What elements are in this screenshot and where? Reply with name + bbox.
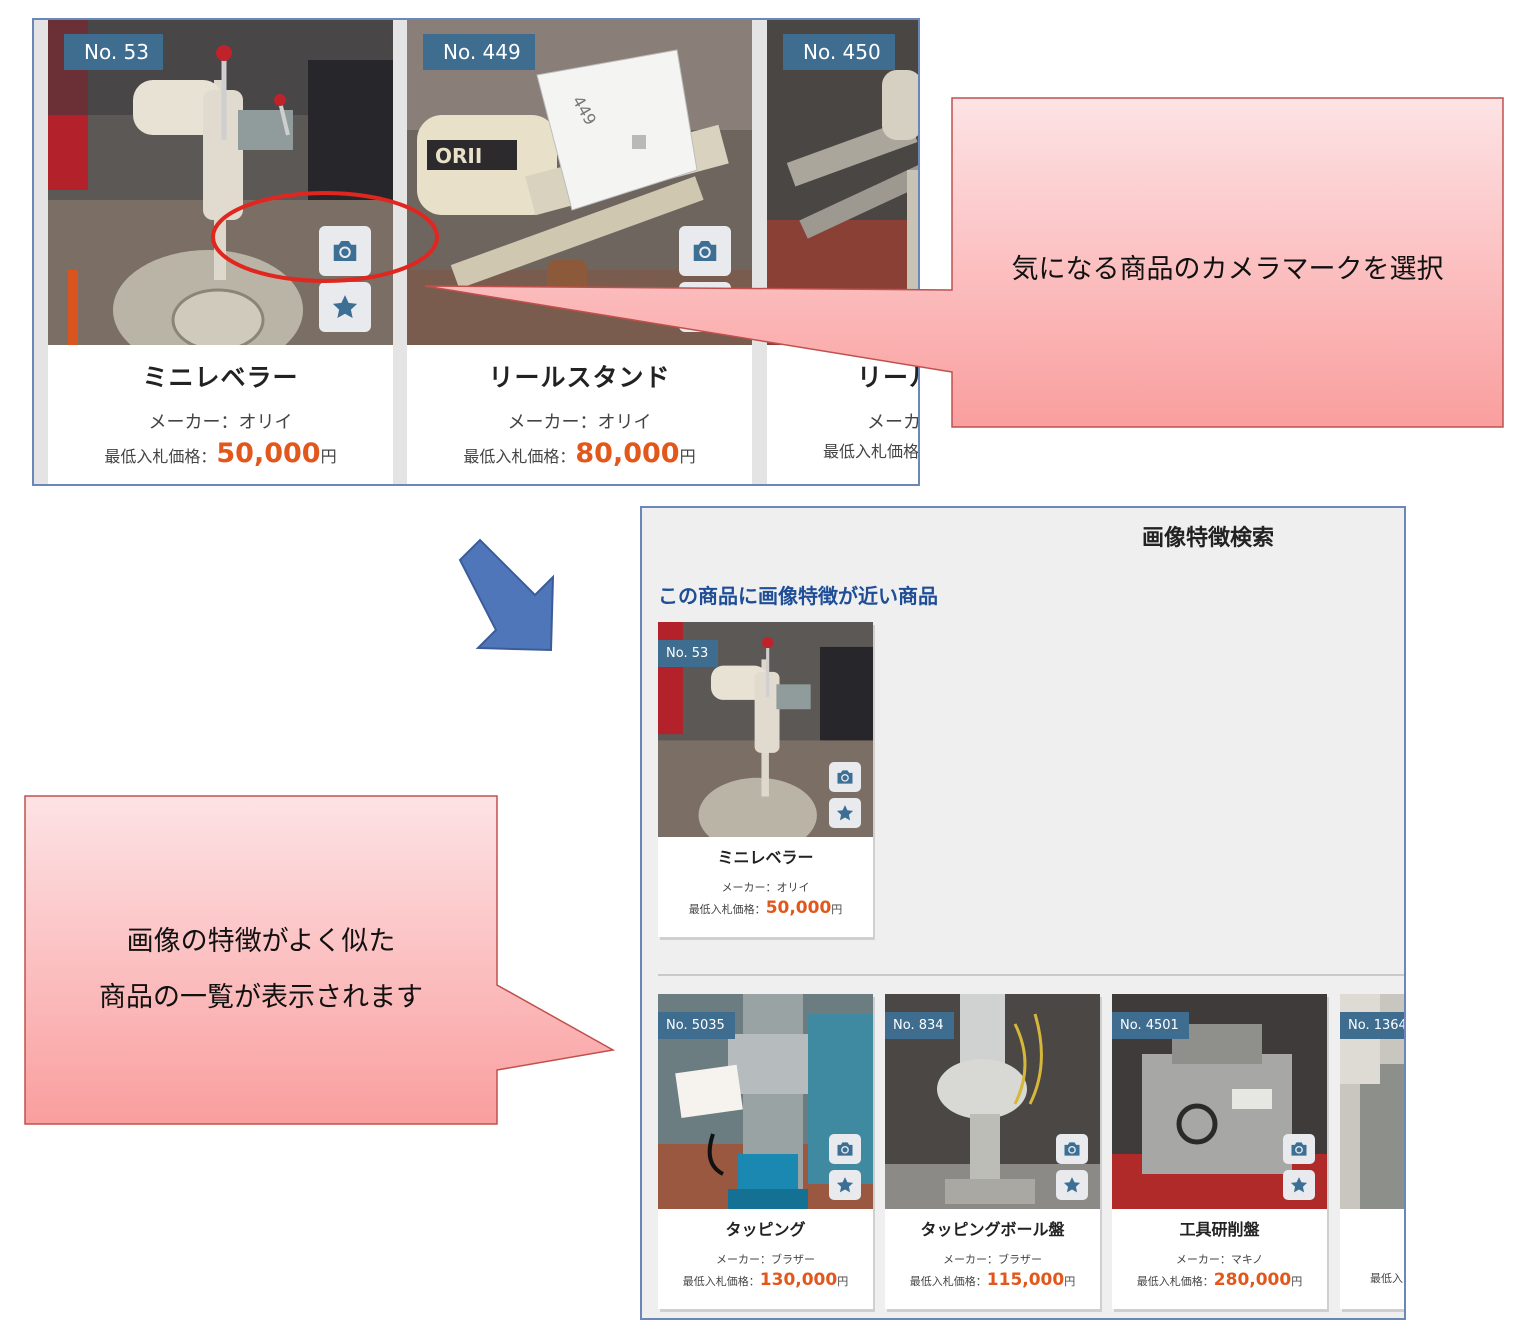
product-name[interactable]: 工具研削盤 <box>1112 1216 1327 1240</box>
image-feature-search-panel: 画像特徴検索 この商品に画像特徴が近い商品 No. 53 ミニレベラー メーカー… <box>640 506 1406 1320</box>
price-value: 130,000 <box>759 1270 838 1290</box>
lot-number-badge: No. 834 <box>885 1012 954 1039</box>
callout-bottom-text: 画像の特徴がよく似た 商品の一覧が表示されます <box>25 914 497 1026</box>
star-icon <box>1062 1175 1082 1195</box>
camera-icon <box>835 767 855 787</box>
similar-product-card[interactable]: No. 4501 工具研削盤 メーカー：マキノ 最低入札価格：280,000円 <box>1112 994 1327 1309</box>
product-maker: メーカー：ブラザー <box>943 1253 1042 1266</box>
star-icon <box>1289 1175 1309 1195</box>
camera-button[interactable] <box>1056 1134 1088 1164</box>
price-value: 115,000 <box>986 1270 1065 1290</box>
camera-icon <box>1062 1139 1082 1159</box>
camera-icon <box>1289 1139 1309 1159</box>
panel-subtitle: この商品に画像特徴が近い商品 <box>658 584 938 608</box>
favorite-button[interactable] <box>1283 1170 1315 1200</box>
callout-bottom-line1: 画像の特徴がよく似た <box>126 926 396 957</box>
camera-button[interactable] <box>829 762 861 792</box>
favorite-button[interactable] <box>1056 1170 1088 1200</box>
star-icon <box>835 803 855 823</box>
star-icon <box>835 1175 855 1195</box>
similar-product-card[interactable]: No. 1364 最低入 <box>1340 994 1404 1309</box>
product-maker: メーカー：ブラザー <box>716 1253 815 1266</box>
yen-unit: 円 <box>1064 1275 1076 1288</box>
lot-number-badge: No. 1364 <box>1340 1012 1404 1039</box>
price-label: 最低入 <box>1370 1272 1403 1285</box>
callout-top-text: 気になる商品のカメラマークを選択 <box>1011 254 1444 285</box>
price-label: 最低入札価格： <box>682 1275 760 1288</box>
reference-product-card[interactable]: No. 53 ミニレベラー メーカー：オリイ 最低入札価格：50,000円 <box>658 622 873 937</box>
panel-title: 画像特徴検索 <box>1142 526 1275 551</box>
product-maker: メーカー：マキノ <box>1175 1253 1264 1266</box>
price-value: 280,000 <box>1213 1270 1292 1290</box>
product-name[interactable]: タッピングボール盤 <box>885 1216 1100 1240</box>
lot-number-badge: No. 4501 <box>1112 1012 1189 1039</box>
camera-button[interactable] <box>1283 1134 1315 1164</box>
callout-bottom-line2: 商品の一覧が表示されます <box>99 982 423 1013</box>
camera-icon <box>835 1139 855 1159</box>
price-label: 最低入札価格： <box>909 1275 987 1288</box>
similar-product-card[interactable]: No. 834 タッピングボール盤 メーカー：ブラザー 最低入札価格：115,0… <box>885 994 1100 1309</box>
product-price-line: 最低入 <box>1370 1270 1404 1286</box>
arrow-down-right-icon <box>458 538 555 652</box>
similar-product-card[interactable]: No. 5035 タッピング メーカー：ブラザー 最低入札価格：130,000円 <box>658 994 873 1309</box>
price-label: 最低入札価格： <box>1136 1275 1214 1288</box>
product-price-line: 最低入札価格：115,000円 <box>885 1270 1100 1290</box>
favorite-button[interactable] <box>829 1170 861 1200</box>
price-value: 50,000 <box>765 898 832 918</box>
camera-button[interactable] <box>829 1134 861 1164</box>
yen-unit: 円 <box>831 903 843 916</box>
yen-unit: 円 <box>1291 1275 1303 1288</box>
product-name[interactable]: ミニレベラー <box>658 844 873 868</box>
lot-number-badge: No. 5035 <box>658 1012 735 1039</box>
product-price-line: 最低入札価格：130,000円 <box>658 1270 873 1290</box>
lot-number-badge: No. 53 <box>658 640 719 667</box>
product-maker: メーカー：オリイ <box>721 881 810 894</box>
product-price-line: 最低入札価格：280,000円 <box>1112 1270 1327 1290</box>
product-price-line: 最低入札価格：50,000円 <box>658 898 873 918</box>
yen-unit: 円 <box>837 1275 849 1288</box>
price-label: 最低入札価格： <box>688 903 766 916</box>
product-name[interactable]: タッピング <box>658 1216 873 1240</box>
favorite-button[interactable] <box>829 798 861 828</box>
section-divider <box>658 974 1404 976</box>
